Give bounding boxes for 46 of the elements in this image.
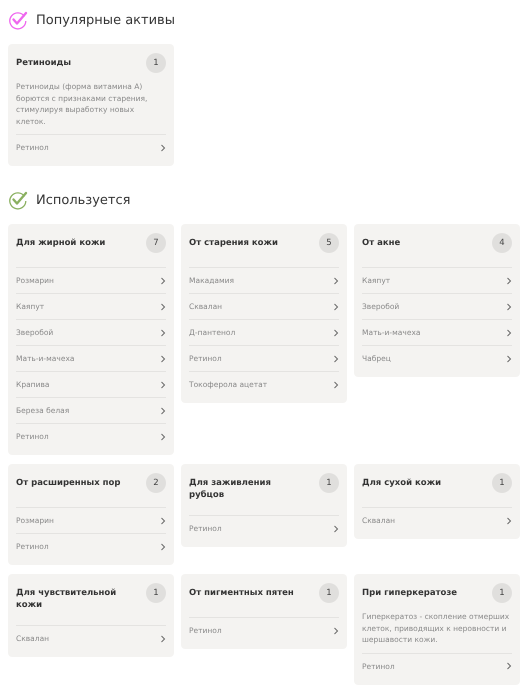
section-title: Используется	[36, 192, 130, 208]
count-badge: 1	[319, 473, 339, 493]
chevron-icon	[506, 354, 512, 362]
count-badge: 1	[319, 583, 339, 603]
chevron-icon	[333, 328, 339, 336]
count-badge: 1	[146, 53, 166, 73]
section-title: Популярные активы	[36, 12, 175, 28]
chevron-icon	[333, 524, 339, 532]
card-title: Ретиноиды	[16, 57, 72, 69]
chevron-icon	[333, 302, 339, 310]
card-title: От пигментных пятен	[189, 587, 294, 599]
count-badge: 2	[146, 473, 166, 493]
card-title: От расширенных пор	[16, 477, 120, 489]
chevron-icon	[333, 276, 339, 284]
chevron-icon	[160, 144, 166, 152]
count-badge: 4	[492, 233, 512, 253]
card-title: Для заживления рубцов	[189, 477, 272, 501]
card-title: От старения кожи	[189, 237, 278, 249]
chevron-icon	[160, 542, 166, 550]
chevron-icon	[506, 328, 512, 336]
chevron-icon	[506, 302, 512, 310]
chevron-icon	[160, 634, 166, 642]
count-badge: 1	[492, 473, 512, 493]
chevron-icon	[160, 432, 166, 440]
chevron-icon	[506, 662, 512, 670]
chevron-icon	[160, 406, 166, 414]
chevron-icon	[160, 380, 166, 388]
chevron-icon	[333, 354, 339, 362]
count-badge: 7	[146, 233, 166, 253]
count-badge: 1	[146, 583, 166, 603]
chevron-icon	[160, 354, 166, 362]
card-title: Для чувствительной кожи	[16, 587, 118, 611]
chevron-icon	[506, 276, 512, 284]
card-title: При гиперкератозе	[362, 587, 458, 599]
count-badge: 1	[492, 583, 512, 603]
card-title: Для сухой кожи	[362, 477, 442, 489]
chevron-icon	[160, 328, 166, 336]
chevron-icon	[333, 626, 339, 634]
chevron-icon	[506, 516, 512, 524]
chevron-icon	[160, 516, 166, 524]
card-title: От акне	[362, 237, 400, 249]
chevron-icon	[160, 276, 166, 284]
chevron-icon	[160, 302, 166, 310]
chevron-icon	[333, 380, 339, 388]
count-badge: 5	[319, 233, 339, 253]
card-title: Для жирной кожи	[16, 237, 106, 249]
